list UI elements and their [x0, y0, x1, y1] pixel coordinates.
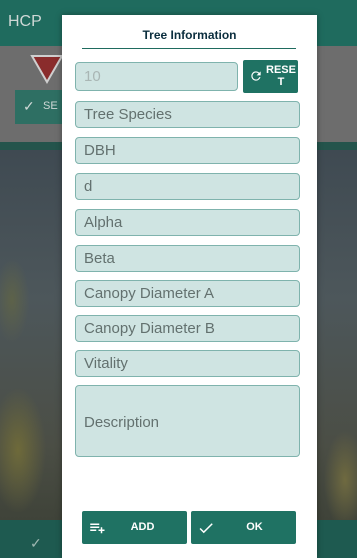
reset-button-label: RESET	[266, 64, 296, 88]
tree-information-dialog: Tree Information RESET ADD OK	[62, 15, 317, 558]
vitality-field[interactable]	[75, 350, 300, 377]
dialog-title: Tree Information	[142, 28, 237, 42]
tree-id-field[interactable]	[75, 62, 238, 91]
d-field[interactable]	[75, 173, 300, 200]
add-button-label: ADD	[130, 521, 155, 533]
tree-species-field[interactable]	[75, 101, 300, 128]
ok-button-label: OK	[246, 521, 263, 533]
ok-button[interactable]: OK	[191, 511, 296, 544]
alpha-field[interactable]	[75, 209, 300, 236]
add-button[interactable]: ADD	[82, 511, 187, 544]
dbh-field[interactable]	[75, 137, 300, 164]
background-select-button: ✓ SE	[15, 90, 63, 124]
check-icon: ✓	[30, 535, 42, 551]
background-select-label: SE	[43, 100, 58, 112]
warning-sign-icon	[30, 55, 64, 84]
description-field[interactable]	[75, 385, 300, 457]
refresh-icon	[251, 71, 261, 81]
app-title: HCP	[8, 13, 42, 30]
canopy-diameter-b-field[interactable]	[75, 315, 300, 342]
check-icon: ✓	[23, 98, 35, 114]
canopy-diameter-a-field[interactable]	[75, 280, 300, 307]
reset-button[interactable]: RESET	[243, 60, 298, 93]
beta-field[interactable]	[75, 245, 300, 272]
title-divider	[82, 48, 296, 49]
